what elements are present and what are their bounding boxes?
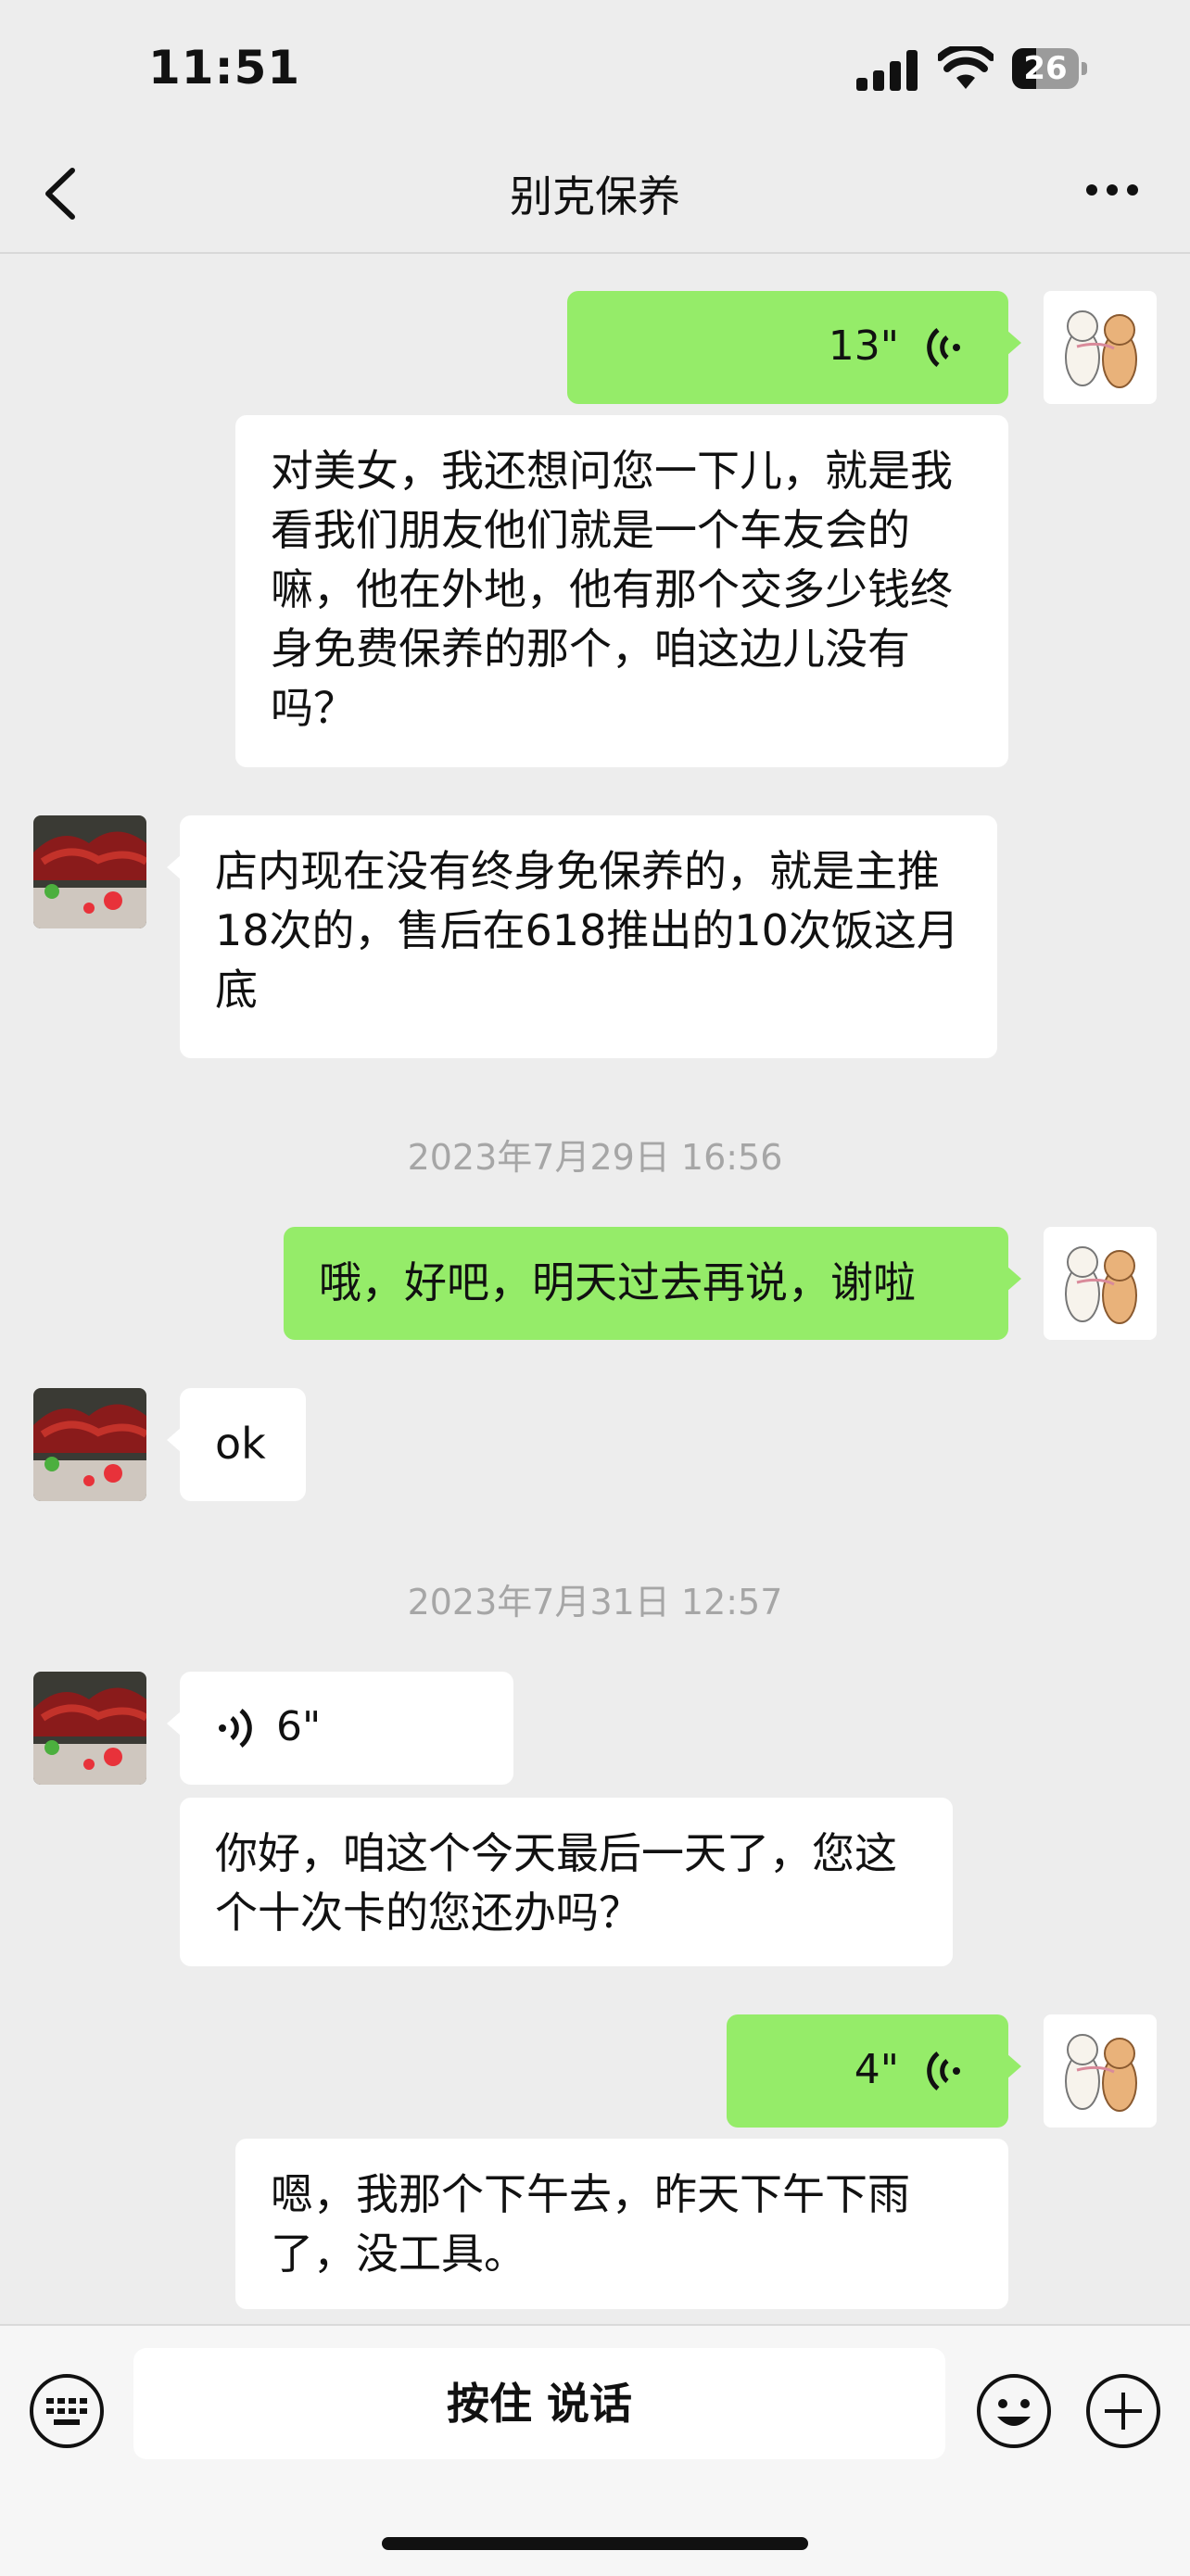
battery-level: 26 [1023, 50, 1068, 87]
plus-icon[interactable] [1084, 2372, 1162, 2450]
avatar-self[interactable] [1044, 2014, 1157, 2128]
status-bar: 11:51 26 [0, 0, 1190, 139]
more-icon[interactable] [1084, 176, 1140, 204]
text-message[interactable]: 哦，好吧，明天过去再说，谢啦 [284, 1227, 1021, 1340]
home-indicator[interactable] [382, 2537, 808, 2550]
voice-message[interactable]: 4" [727, 2014, 1021, 2128]
avatar-self[interactable] [1044, 291, 1157, 404]
voice-wave-icon [927, 2052, 960, 2090]
message-text: 哦，好吧，明天过去再说，谢啦 [319, 1257, 916, 1307]
timestamp: 2023年7月31日 12:57 [407, 1582, 783, 1623]
cellular-signal-icon [856, 48, 919, 91]
chat-title: 别克保养 [510, 171, 680, 221]
message-text: 你好，咱这个今天最后一天了，您这个十次卡的您还办吗？ [215, 1828, 897, 1938]
avatar-contact[interactable] [33, 1672, 146, 1785]
voice-message[interactable]: 6" [167, 1672, 513, 1785]
text-message[interactable]: 店内现在没有终身免保养的，就是主推18次的，售后在618推出的10次饭这月底 [167, 815, 997, 1058]
status-time: 11:51 [148, 41, 301, 95]
hold-to-talk-button[interactable]: 按住 说话 [133, 2348, 945, 2459]
emoji-icon[interactable] [975, 2372, 1053, 2450]
voice-duration: 13" [828, 322, 899, 370]
avatar-contact[interactable] [33, 815, 146, 928]
keyboard-icon[interactable] [28, 2372, 106, 2450]
wifi-icon [938, 46, 994, 89]
voice-message[interactable]: 13" [567, 291, 1021, 404]
voice-duration: 6" [276, 1703, 322, 1750]
timestamp: 2023年7月29日 16:56 [407, 1137, 783, 1178]
voice-wave-icon [927, 328, 960, 367]
voice-wave-icon [219, 1709, 252, 1748]
message-text: ok [215, 1419, 266, 1469]
text-message[interactable]: 对美女，我还想问您一下儿，就是我看我们朋友他们就是一个车友会的嘛，他在外地，他有… [235, 415, 1008, 767]
avatar-contact[interactable] [33, 1388, 146, 1501]
avatar-self[interactable] [1044, 1227, 1157, 1340]
text-message[interactable]: ok [167, 1388, 306, 1501]
chat-header: 别克保养 [0, 139, 1190, 254]
voice-duration: 4" [854, 2046, 899, 2093]
battery-icon: 26 [1012, 48, 1087, 89]
message-text: 嗯，我那个下午去，昨天下午下雨了，没工具。 [271, 2169, 910, 2279]
text-message[interactable]: 你好，咱这个今天最后一天了，您这个十次卡的您还办吗？ [180, 1798, 953, 1966]
message-text: 店内现在没有终身免保养的，就是主推18次的，售后在618推出的10次饭这月底 [215, 846, 959, 1015]
message-text: 对美女，我还想问您一下儿，就是我看我们朋友他们就是一个车友会的嘛，他在外地，他有… [271, 446, 953, 733]
text-message[interactable]: 嗯，我那个下午去，昨天下午下雨了，没工具。 [235, 2139, 1008, 2309]
